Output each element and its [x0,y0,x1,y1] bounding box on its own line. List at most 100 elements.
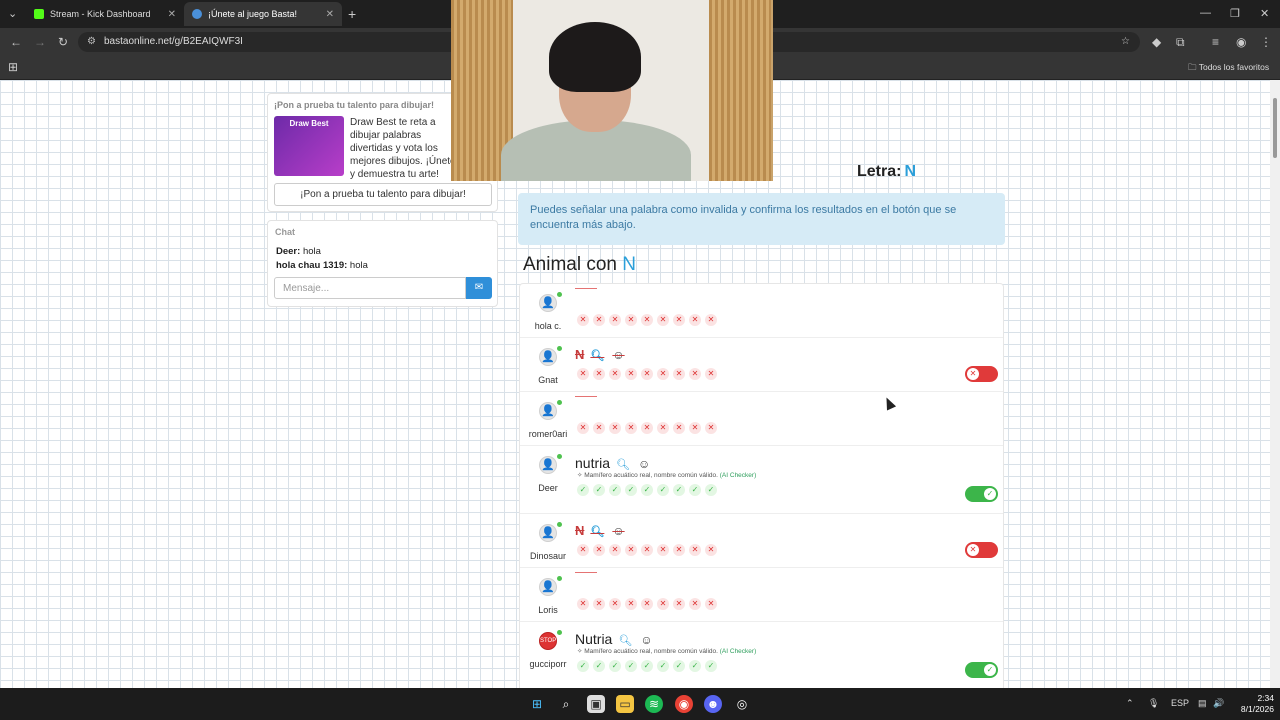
check-icon: ✓ [705,484,717,496]
category-label: Animal con [523,254,617,275]
tab-title: ¡Únete al juego Basta! [208,9,298,19]
search-icon[interactable]: ⌕ [557,695,575,713]
empty-answer [575,396,597,398]
emoji-react-icon[interactable]: ☺ [612,348,624,362]
check-icon: ✓ [625,484,637,496]
online-indicator [557,292,562,297]
promo-button[interactable]: ¡Pon a prueba tu talento para dibujar! [274,183,492,206]
bookmarks-label: Todos los favoritos [1198,62,1270,72]
empty-answer [575,288,597,290]
menu-icon[interactable]: ⋮ [1260,35,1272,49]
info-alert: Puedes señalar una palabra como invalida… [518,193,1005,245]
search-icon[interactable]: 🔍︎ [618,635,632,647]
ai-note: ✧ Mamífero acuático real, nombre común v… [577,472,757,479]
online-indicator [557,630,562,635]
start-icon[interactable]: ⊞ [528,695,546,713]
validity-toggle[interactable]: ✓ [965,486,998,502]
cross-icon: ✕ [689,544,701,556]
cross-icon: ✕ [577,314,589,326]
player-name: hola c. [534,321,562,331]
basta-favicon-icon [192,9,202,19]
answer-word: nutria 🔍︎ ☺ [575,455,650,471]
answer-text: N [575,523,585,538]
chat-user: Deer: [276,246,301,257]
player-name: romer0ari [528,429,568,439]
tab-kick-dashboard[interactable]: Stream - Kick Dashboard ✕ [26,2,184,26]
app-icon[interactable]: ◎ [733,695,751,713]
answer-word: Nutria 🔍︎ ☺ [575,631,653,647]
page-scrollbar[interactable] [1270,80,1280,688]
cross-icon: ✕ [609,368,621,380]
check-icon: ✓ [984,664,996,676]
search-icon[interactable]: 🔍︎ [590,526,604,538]
volume-icon[interactable]: 🔊 [1213,698,1224,709]
validity-toggle[interactable]: ✓ [965,662,998,678]
cross-icon: ✕ [625,368,637,380]
close-window-icon[interactable]: ✕ [1260,7,1269,20]
answer-row: 👤 Loris ✕ ✕ ✕ ✕ ✕ ✕ ✕ ✕ ✕ [520,568,1003,622]
close-tab-icon[interactable]: ✕ [326,9,334,20]
cross-icon: ✕ [673,422,685,434]
reload-icon[interactable]: ↻ [58,35,68,49]
emoji-react-icon[interactable]: ☺ [640,633,652,647]
restore-icon[interactable]: ❐ [1230,7,1240,20]
webcam-person-hair [549,22,641,92]
mic-icon[interactable]: 🎙 [1148,698,1159,709]
all-bookmarks[interactable]: 🗀 Todos los favoritos [1188,62,1269,76]
cross-icon: ✕ [593,368,605,380]
chat-user: hola chau 1319: [276,260,348,271]
discord-icon[interactable]: ☻ [704,695,722,713]
player-name: Dinosaur [529,551,567,561]
apps-grid-icon[interactable]: ⊞ [8,60,18,74]
file-explorer-icon[interactable]: ▭ [616,695,634,713]
tab-search-icon[interactable]: ⌄ [8,7,17,20]
emoji-react-icon[interactable]: ☺ [638,457,650,471]
tab-basta[interactable]: ¡Únete al juego Basta! ✕ [184,2,342,26]
chat-send-button[interactable]: ✉ [466,277,492,299]
vote-marks: ✕ ✕ ✕ ✕ ✕ ✕ ✕ ✕ ✕ [577,422,717,434]
cross-icon: ✕ [593,598,605,610]
scrollbar-thumb[interactable] [1273,98,1277,158]
store-icon[interactable]: ▣ [587,695,605,713]
extensions-puzzle-icon[interactable]: ⧉ [1176,35,1185,50]
spotify-icon[interactable]: ≋ [645,695,663,713]
cross-icon: ✕ [705,422,717,434]
validity-toggle[interactable]: ✕ [965,366,998,382]
promo-text: Draw Best te reta a dibujar palabras div… [350,117,456,180]
chrome-icon[interactable]: ◉ [675,695,693,713]
cross-icon: ✕ [967,368,979,380]
search-icon[interactable]: 🔍︎ [616,459,630,471]
forward-icon[interactable]: → [34,35,46,49]
close-tab-icon[interactable]: ✕ [168,9,176,20]
new-tab-icon[interactable]: + [348,6,356,22]
extension-icon[interactable]: ◆ [1152,35,1161,49]
cross-icon: ✕ [657,598,669,610]
site-settings-icon[interactable]: ⚙ [87,32,96,52]
bookmark-star-icon[interactable]: ☆ [1121,32,1130,52]
network-icon[interactable]: ▤ [1198,698,1207,709]
tray-expand-icon[interactable]: ⌃ [1126,698,1134,709]
cross-icon: ✕ [625,314,637,326]
chat-input[interactable]: Mensaje... [274,277,466,299]
clock[interactable]: 2:34 8/1/2026 [1230,693,1274,715]
back-icon[interactable]: ← [10,35,22,49]
promo-image[interactable]: Draw Best [274,116,344,176]
cross-icon: ✕ [705,544,717,556]
vote-marks: ✕ ✕ ✕ ✕ ✕ ✕ ✕ ✕ ✕ [577,314,717,326]
emoji-react-icon[interactable]: ☺ [612,524,624,538]
language-indicator[interactable]: ESP [1171,698,1189,708]
profile-icon[interactable]: ◉ [1236,35,1246,49]
clock-date: 8/1/2026 [1240,704,1274,714]
search-icon[interactable]: 🔍︎ [590,350,604,362]
vote-marks: ✕ ✕ ✕ ✕ ✕ ✕ ✕ ✕ ✕ [577,368,717,380]
validity-toggle[interactable]: ✕ [965,542,998,558]
answer-row: 👤 Gnat N 🔍︎ ☺ ✕ ✕ ✕ ✕ ✕ ✕ ✕ ✕ ✕ ✕ [520,338,1003,392]
vote-marks: ✕ ✕ ✕ ✕ ✕ ✕ ✕ ✕ ✕ [577,598,717,610]
letter-display: Letra: N [857,163,916,181]
minimize-icon[interactable]: — [1200,7,1211,19]
message-icon: ✉ [474,282,484,293]
chat-message: Deer: hola [276,246,321,257]
online-indicator [557,346,562,351]
cross-icon: ✕ [593,544,605,556]
media-icon[interactable]: ≡ [1212,35,1219,49]
